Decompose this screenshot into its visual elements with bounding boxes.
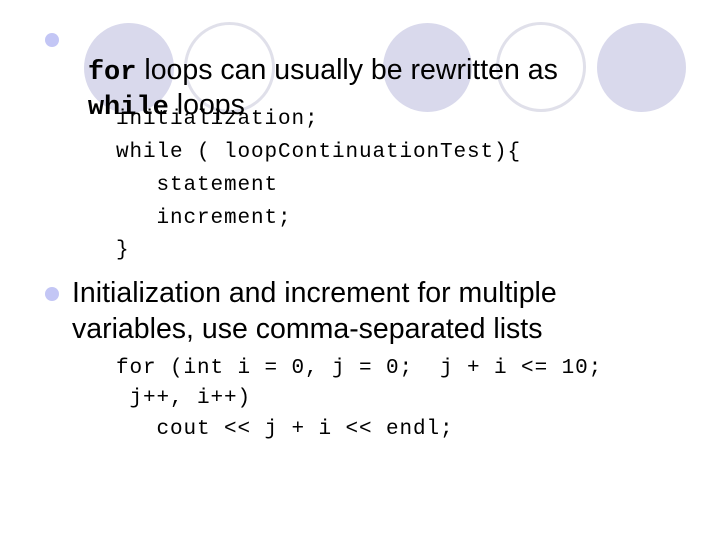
code-line: cout << j + i << endl; <box>116 418 454 441</box>
code-line: j++, i++) <box>116 387 252 410</box>
bullet-icon <box>45 33 59 47</box>
code-line: } <box>116 239 130 262</box>
bullet-2-line-1: Initialization and increment for multipl… <box>72 277 557 309</box>
code-line: while ( loopContinuationTest){ <box>116 141 522 164</box>
code-line: initialization; <box>116 108 319 131</box>
decorative-circle-filled <box>597 23 686 112</box>
bullet-2-line-2: variables, use comma-separated lists <box>72 313 543 345</box>
code-line: for (int i = 0, j = 0; j + i <= 10; <box>116 357 603 380</box>
bullet-icon <box>45 287 59 301</box>
code-line: statement <box>116 174 279 197</box>
code-line: increment; <box>116 207 292 230</box>
